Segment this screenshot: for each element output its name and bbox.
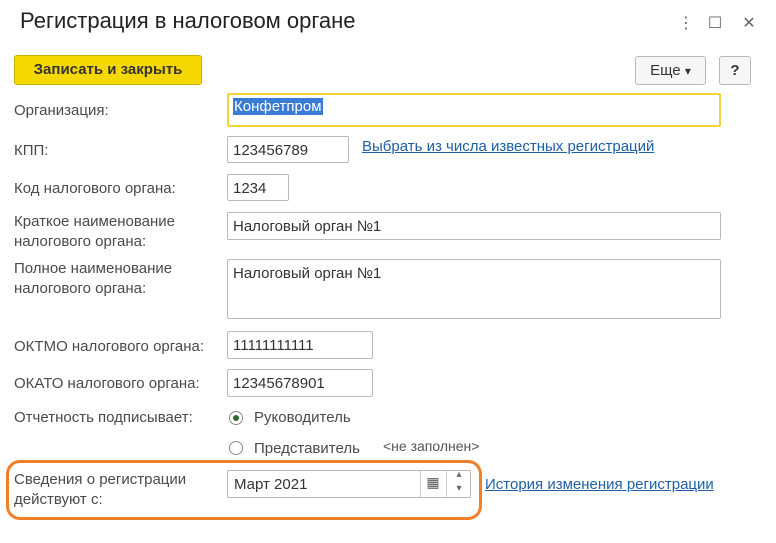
short-name-label-line1: Краткое наименование (14, 213, 175, 230)
oktmo-label: ОКТМО налогового органа: (14, 338, 205, 355)
organization-value: Конфетпром (233, 98, 323, 115)
close-icon[interactable]: ✕ (737, 12, 761, 36)
radio-representative-label[interactable]: Представитель (254, 439, 360, 459)
okato-field[interactable]: 12345678901 (227, 369, 373, 397)
kpp-label: КПП: (14, 142, 49, 159)
valid-from-value: Март 2021 (234, 476, 308, 493)
short-name-label: Краткое наименование налогового органа: (14, 212, 175, 252)
oktmo-field[interactable]: 11111111111 (227, 331, 373, 359)
organization-field[interactable]: Конфетпром (227, 93, 721, 127)
maximize-icon[interactable]: ☐ (703, 12, 727, 36)
help-button[interactable]: ? (719, 56, 751, 85)
more-button-label: Еще (650, 62, 681, 79)
save-and-close-button[interactable]: Записать и закрыть (14, 55, 202, 85)
kpp-field[interactable]: 123456789 (227, 136, 349, 163)
calendar-icon[interactable]: ▦ (423, 474, 443, 494)
registration-history-link[interactable]: История изменения регистрации (485, 476, 714, 493)
tax-code-field[interactable]: 1234 (227, 174, 289, 201)
tax-code-label: Код налогового органа: (14, 180, 176, 197)
more-button[interactable]: Еще ▾ (635, 56, 706, 85)
field-divider (420, 471, 421, 497)
window-title: Регистрация в налоговом органе (20, 8, 356, 33)
organization-label: Организация: (14, 102, 109, 119)
valid-from-label-line2: действуют с: (14, 491, 103, 508)
signer-label: Отчетность подписывает: (14, 409, 193, 426)
radio-director-label[interactable]: Руководитель (254, 408, 351, 428)
okato-label: ОКАТО налогового органа: (14, 375, 200, 392)
representative-empty-hint: <не заполнен> (383, 438, 480, 454)
spin-down-icon[interactable]: ▾ (448, 483, 470, 497)
full-name-textarea[interactable]: Налоговый орган №1 (227, 259, 721, 319)
full-name-label-line1: Полное наименование (14, 260, 173, 277)
short-name-field[interactable]: Налоговый орган №1 (227, 212, 721, 240)
field-divider (446, 471, 447, 497)
short-name-label-line2: налогового органа: (14, 233, 147, 250)
radio-selected-dot (233, 415, 239, 421)
choose-registration-link[interactable]: Выбрать из числа известных регистраций (362, 138, 654, 155)
valid-from-label: Сведения о регистрации действуют с: (14, 470, 186, 510)
valid-from-field[interactable]: Март 2021 ▦ ▴ ▾ (227, 470, 471, 498)
valid-from-label-line1: Сведения о регистрации (14, 471, 187, 488)
radio-representative[interactable] (229, 441, 243, 455)
full-name-label-line2: налогового органа: (14, 280, 147, 297)
chevron-down-icon: ▾ (684, 64, 691, 78)
full-name-label: Полное наименование налогового органа: (14, 259, 172, 299)
spin-up-icon[interactable]: ▴ (448, 471, 470, 483)
more-vert-icon[interactable]: ⋮ (674, 12, 698, 36)
radio-director[interactable] (229, 411, 243, 425)
